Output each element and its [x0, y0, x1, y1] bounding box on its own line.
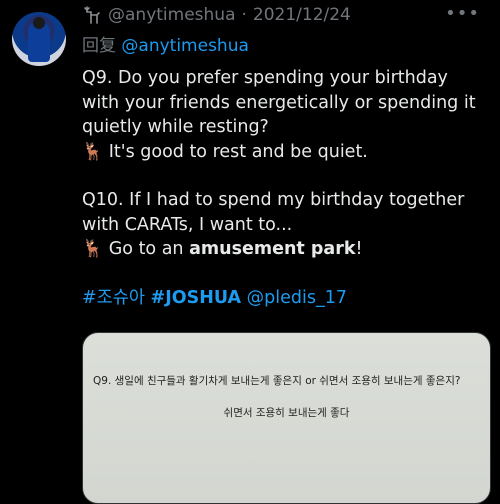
avatar[interactable] — [12, 12, 66, 66]
author-handle[interactable]: @anytimeshua — [108, 5, 235, 25]
hashtag-joshua-kr[interactable]: #조슈아 — [82, 288, 145, 308]
reply-mention-link[interactable]: @anytimeshua — [121, 36, 248, 56]
hashtag-joshua[interactable]: #JOSHUA — [151, 288, 242, 308]
reply-context: 回复 @anytimeshua — [82, 31, 249, 56]
answer-10-prefix: Go to an — [103, 239, 190, 259]
tweet: @anytimeshua · 2021/12/24 ••• 回复 @anytim… — [0, 0, 500, 504]
separator-dot: · — [241, 5, 247, 25]
answer-9-text: It's good to rest and be quiet. — [103, 141, 368, 162]
answer-10-bold: amusement park — [189, 239, 356, 259]
answer-10-suffix: ! — [355, 239, 363, 259]
mention-pledis[interactable]: @pledis_17 — [247, 288, 347, 308]
reply-prefix: 回复 — [82, 36, 116, 56]
media-image[interactable]: Q9. 생일에 친구들과 활기차게 보내는게 좋은지 or 쉬면서 조용히 보내… — [82, 332, 491, 504]
tweet-date[interactable]: 2021/12/24 — [253, 5, 351, 25]
deer-emoji-icon: 🦌 — [82, 141, 104, 162]
media-answer-text: 쉬면서 조용히 보내는게 좋다 — [223, 407, 350, 419]
question-10: Q10. If I had to spend my birthday toget… — [82, 190, 465, 235]
tweet-text: Q9. Do you prefer spending your birthday… — [82, 66, 482, 310]
answer-10: 🦌 Go to an amusement park! — [82, 237, 482, 262]
deer-logo-icon — [82, 5, 102, 25]
more-horizontal-icon[interactable]: ••• — [445, 5, 480, 23]
tweet-header: @anytimeshua · 2021/12/24 — [82, 3, 351, 27]
media-question-text: Q9. 생일에 친구들과 활기차게 보내는게 좋은지 or 쉬면서 조용히 보내… — [93, 375, 461, 387]
deer-emoji-icon: 🦌 — [82, 239, 104, 259]
hashtag-line: #조슈아 #JOSHUA @pledis_17 — [82, 286, 482, 311]
avatar-head — [33, 17, 45, 29]
answer-9: 🦌 It's good to rest and be quiet. — [82, 140, 482, 165]
question-9: Q9. Do you prefer spending your birthday… — [82, 68, 476, 137]
